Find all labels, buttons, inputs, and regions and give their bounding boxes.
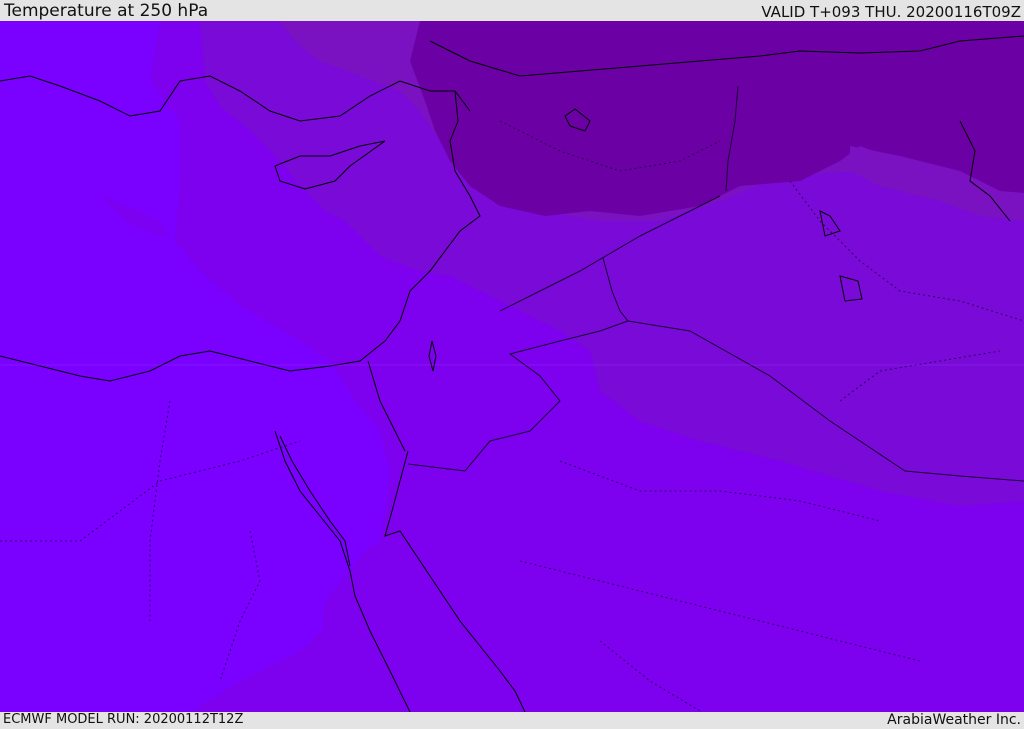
model-run-label: ECMWF MODEL RUN: 20200112T12Z: [3, 712, 244, 727]
credit-label: ArabiaWeather Inc.: [887, 712, 1021, 728]
header-bar: Temperature at 250 hPa VALID T+093 THU. …: [0, 0, 1024, 21]
valid-time: VALID T+093 THU. 20200116T09Z: [761, 3, 1021, 21]
map-title: Temperature at 250 hPa: [4, 1, 209, 21]
map-canvas: [0, 21, 1024, 712]
footer-bar: ECMWF MODEL RUN: 20200112T12Z ArabiaWeat…: [0, 712, 1024, 729]
